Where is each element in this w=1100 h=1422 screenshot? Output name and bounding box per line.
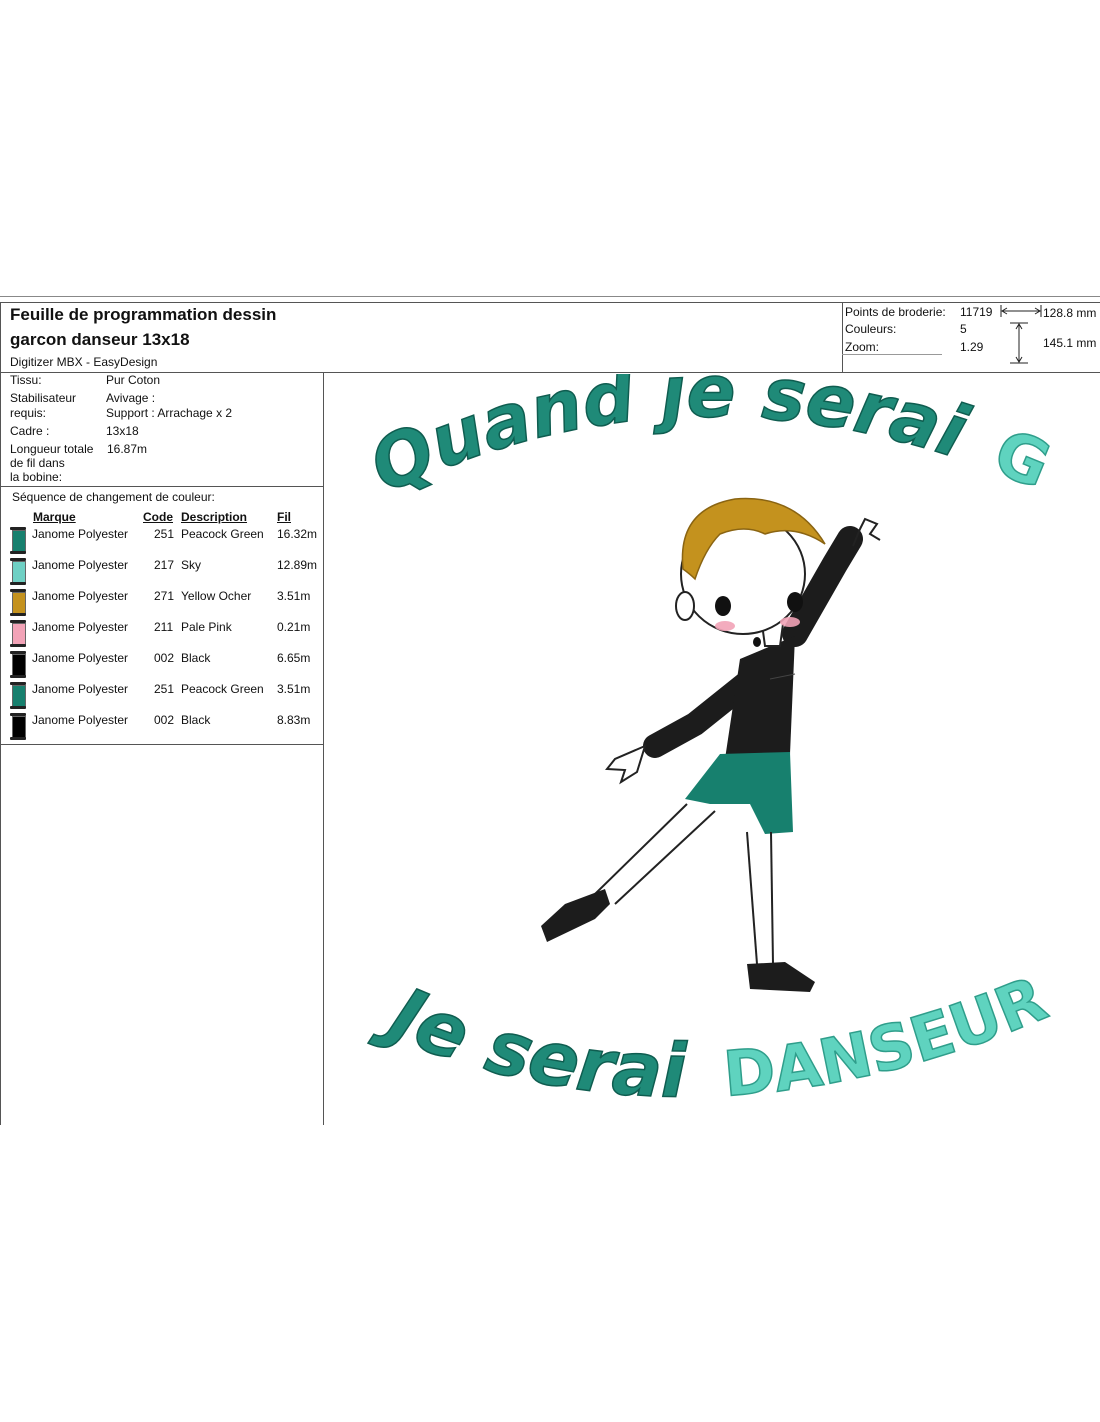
- row-description: Pale Pink: [181, 620, 232, 634]
- software-label: Digitizer MBX - EasyDesign: [10, 355, 158, 369]
- width-value: 128.8 mm: [1043, 306, 1097, 320]
- row-code: 271: [154, 589, 175, 603]
- row-brand: Janome Polyester: [32, 589, 129, 603]
- row-code: 002: [154, 713, 175, 727]
- thread-spool-icon: [10, 651, 26, 681]
- row-code: 211: [154, 620, 174, 634]
- top-border: [0, 296, 1100, 297]
- colors-label: Couleurs:: [845, 322, 897, 336]
- fabric-value: Pur Coton: [106, 373, 161, 387]
- design-text-top: Quand je serai GRAND: [325, 374, 1060, 509]
- row-thread: 3.51m: [277, 682, 311, 696]
- row-code: 002: [154, 651, 175, 665]
- row-brand: Janome Polyester: [32, 558, 129, 572]
- sequence-title: Séquence de changement de couleur:: [12, 490, 215, 504]
- row-thread: 12.89m: [277, 558, 318, 572]
- right-eye: [787, 592, 803, 612]
- column-header-thread: Fil: [277, 510, 291, 524]
- row-thread: 8.83m: [277, 713, 311, 727]
- mouth: [753, 637, 761, 647]
- row-brand: Janome Polyester: [32, 527, 129, 541]
- zoom-label: Zoom:: [845, 340, 880, 354]
- stitches-label: Points de broderie:: [845, 305, 946, 319]
- width-dimension-icon: [1000, 305, 1042, 317]
- left-cheek: [715, 621, 735, 631]
- side-hand: [605, 744, 647, 785]
- stitches-value: 11719: [960, 305, 993, 319]
- row-description: Black: [181, 651, 211, 665]
- row-description: Peacock Green: [181, 682, 264, 696]
- row-brand: Janome Polyester: [32, 682, 129, 696]
- row-brand: Janome Polyester: [32, 620, 129, 634]
- info-bottom-line: [0, 486, 323, 487]
- thread-spool-icon: [10, 682, 26, 712]
- zoom-value: 1.29: [960, 340, 984, 354]
- design-text-bottom-main: Je serai: [366, 966, 688, 1114]
- row-description: Peacock Green: [181, 527, 264, 541]
- height-dimension-icon: [1010, 322, 1028, 364]
- stats-inner-line: [842, 354, 942, 355]
- row-thread: 3.51m: [277, 589, 311, 603]
- column-header-description: Description: [181, 510, 248, 524]
- embroidery-design-preview: Quand je serai GRAND Je serai DANSEUR: [325, 374, 1061, 1115]
- programming-sheet: Feuille de programmation dessin garcon d…: [0, 296, 1100, 1125]
- frame-label: Cadre :: [10, 424, 50, 438]
- stats-divider: [842, 302, 843, 373]
- row-thread: 16.32m: [277, 527, 318, 541]
- thread-spool-icon: [10, 558, 26, 588]
- row-code: 217: [154, 558, 175, 572]
- sheet-title-line1: Feuille de programmation dessin: [10, 305, 277, 324]
- row-code: 251: [154, 682, 175, 696]
- row-description: Yellow Ocher: [181, 589, 252, 603]
- fabric-label: Tissu:: [10, 373, 42, 387]
- sheet-title-line2: garcon danseur 13x18: [10, 330, 190, 349]
- standing-leg-line-2: [770, 831, 774, 965]
- thread-length-label-1: Longueur totale: [10, 442, 94, 456]
- thread-length-label-2: de fil dans: [10, 456, 65, 470]
- thread-spool-icon: [10, 620, 26, 650]
- row-brand: Janome Polyester: [32, 713, 129, 727]
- back-shoe: [541, 889, 610, 942]
- right-cheek: [780, 617, 800, 627]
- header-bottom-line: [0, 372, 1100, 373]
- shorts: [685, 752, 793, 834]
- stabilizer-value-2: Support : Arrachage x 2: [106, 406, 233, 420]
- shirt: [725, 636, 795, 759]
- design-text-top-main: Quand je serai: [358, 374, 978, 509]
- thread-length-value: 16.87m: [107, 442, 148, 456]
- dancer-illustration: [541, 497, 881, 992]
- design-text-bottom: Je serai DANSEUR: [366, 962, 1056, 1115]
- column-header-brand: Marque: [33, 510, 76, 524]
- sequence-bottom-line: [0, 744, 323, 745]
- header-top-line: [0, 302, 1100, 303]
- stabilizer-label-2: requis:: [10, 406, 47, 420]
- row-code: 251: [154, 527, 175, 541]
- column-header-code: Code: [143, 510, 173, 524]
- row-description: Black: [181, 713, 211, 727]
- row-thread: 0.21m: [277, 620, 311, 634]
- stabilizer-value-1: Avivage :: [106, 391, 156, 405]
- row-thread: 6.65m: [277, 651, 311, 665]
- frame-value: 13x18: [106, 424, 139, 438]
- ear: [675, 591, 695, 621]
- stabilizer-label-1: Stabilisateur: [10, 391, 77, 405]
- panel-divider: [323, 372, 324, 1125]
- height-value: 145.1 mm: [1043, 336, 1097, 350]
- row-brand: Janome Polyester: [32, 651, 129, 665]
- front-shoe: [747, 962, 815, 992]
- colors-value: 5: [960, 322, 967, 336]
- thread-spool-icon: [10, 527, 26, 557]
- left-border: [0, 302, 1, 1125]
- thread-spool-icon: [10, 589, 26, 619]
- thread-spool-icon: [10, 713, 26, 743]
- row-description: Sky: [181, 558, 202, 572]
- left-eye: [715, 596, 731, 616]
- thread-length-label-3: la bobine:: [10, 470, 63, 484]
- standing-leg-line-1: [746, 831, 758, 965]
